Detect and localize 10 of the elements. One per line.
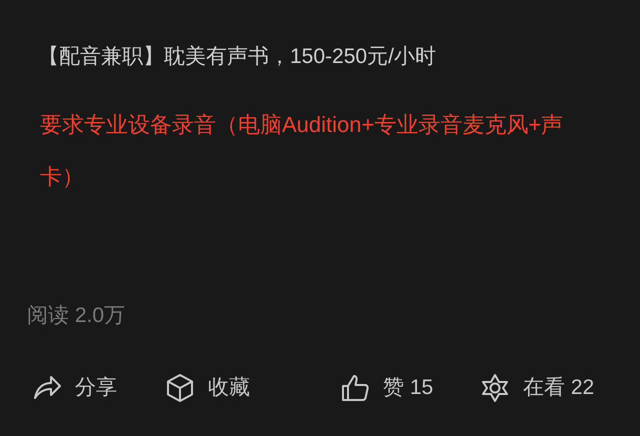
watching-button[interactable]: 在看 22 [479, 372, 594, 404]
cube-icon [164, 372, 196, 404]
star-icon [479, 372, 511, 404]
favorite-button[interactable]: 收藏 [164, 372, 250, 404]
thumbs-up-icon [339, 372, 371, 404]
requirement-text: 要求专业设备录音（电脑Audition+专业录音麦克风+声卡） [40, 111, 564, 191]
read-count: 阅读 2.0万 [27, 303, 126, 329]
share-button[interactable]: 分享 [31, 372, 117, 404]
like-button[interactable]: 赞 15 [339, 372, 434, 404]
post-title: 【配音兼职】耽美有声书，150-250元/小时 [38, 44, 436, 70]
